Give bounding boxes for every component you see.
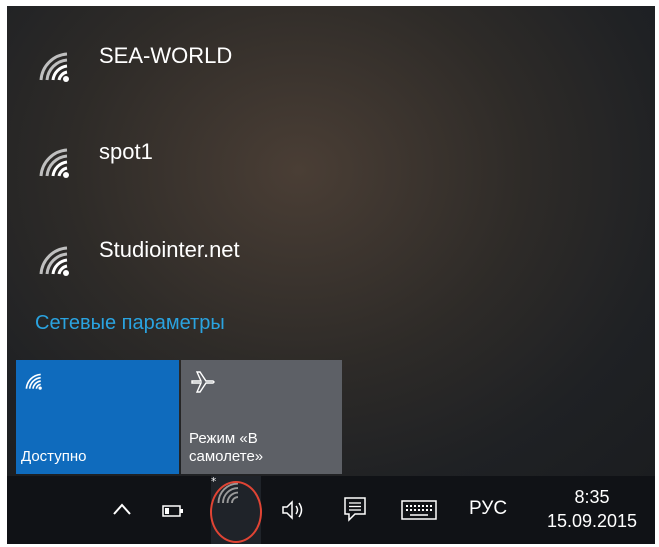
input-language-indicator[interactable]: РУС (469, 498, 507, 520)
taskbar: * РУС 8:35 15.09.2015 (7, 476, 655, 544)
wifi-signal-icon (39, 52, 69, 82)
wifi-signal-icon (39, 148, 69, 178)
wifi-quick-action-tile[interactable]: Доступно (16, 360, 179, 474)
notification-icon (344, 497, 366, 522)
clock-time: 8:35 (574, 487, 610, 507)
highlight-circle (210, 481, 262, 543)
volume-icon (282, 500, 303, 520)
wifi-signal-icon (39, 246, 69, 276)
clock[interactable]: 8:35 15.09.2015 (533, 486, 651, 534)
wifi-tile-label: Доступно (21, 448, 87, 465)
keyboard-icon (401, 500, 437, 520)
battery-icon (162, 505, 183, 517)
svg-text:*: * (211, 476, 216, 488)
touch-keyboard-button[interactable] (397, 476, 441, 544)
network-item-studiointer[interactable]: Studiointer.net (7, 210, 655, 306)
wifi-signal-icon (25, 373, 42, 390)
airplane-tile-label: Режим «В самолете» (189, 430, 264, 465)
network-flyout: SEA-WORLD spot1 Studiointer.net Сетевые … (7, 6, 655, 476)
airplane-mode-tile[interactable]: Режим «В самолете» (181, 360, 342, 474)
network-name: SEA-WORLD (99, 43, 233, 68)
chevron-up-icon (113, 503, 131, 515)
airplane-icon (191, 371, 215, 393)
clock-date: 15.09.2015 (546, 511, 638, 531)
network-name: spot1 (99, 139, 153, 164)
action-center-button[interactable] (339, 476, 371, 544)
battery-button[interactable] (157, 476, 189, 544)
network-item-sea-world[interactable]: SEA-WORLD (7, 16, 655, 112)
network-name: Studiointer.net (99, 237, 240, 262)
volume-button[interactable] (277, 476, 311, 544)
network-settings-link[interactable]: Сетевые параметры (35, 312, 225, 335)
show-hidden-icons-button[interactable] (107, 476, 137, 544)
network-item-spot1[interactable]: spot1 (7, 112, 655, 208)
